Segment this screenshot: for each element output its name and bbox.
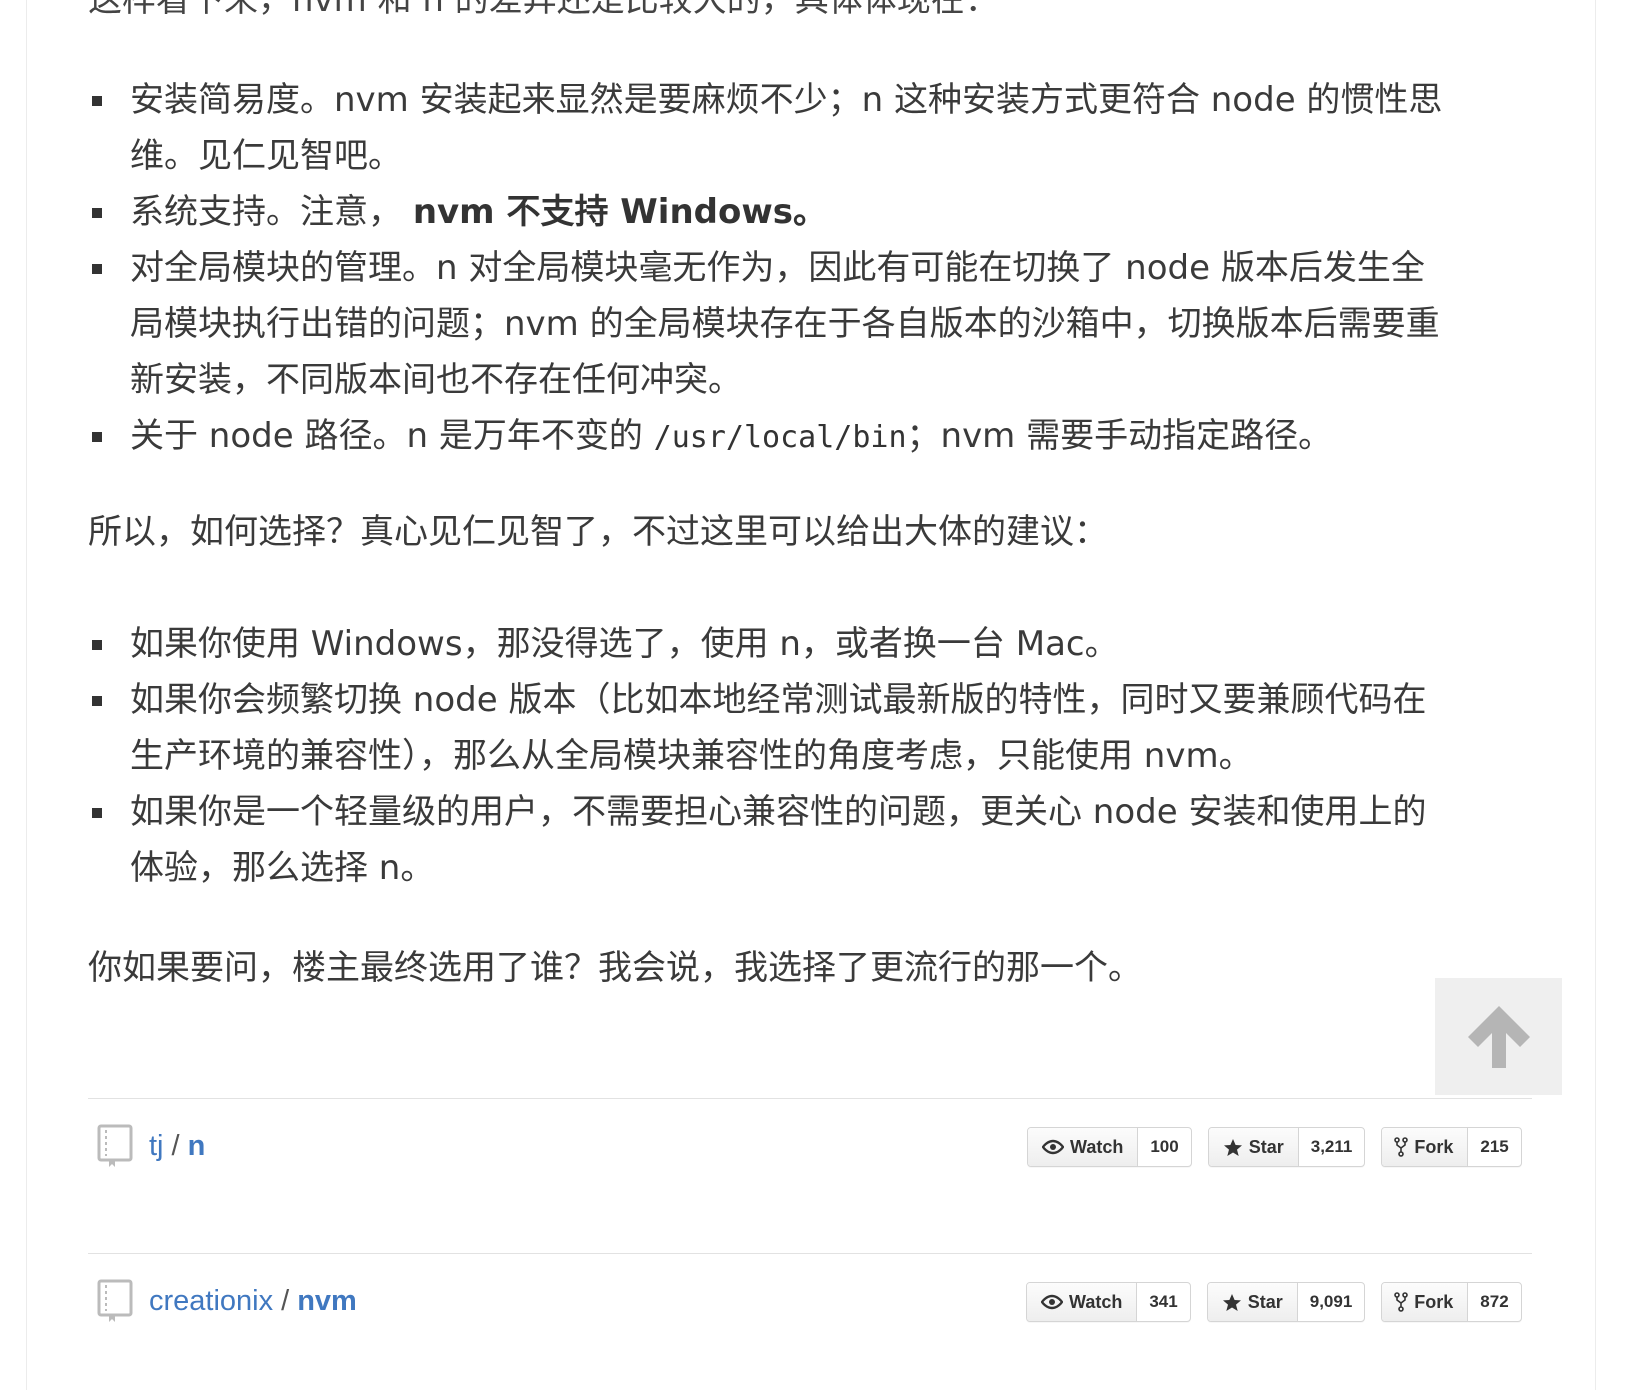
list-item-text: 关于 node 路径。n 是万年不变的 — [130, 416, 654, 456]
fork-count[interactable]: 872 — [1468, 1283, 1520, 1321]
bullet-square-icon — [92, 808, 102, 818]
arrow-up-icon — [1467, 1005, 1530, 1068]
watch-label: Watch — [1070, 1136, 1124, 1157]
list-item-text: 体验，那么选择 n。 — [130, 848, 435, 888]
comparison-list: 安装简易度。nvm 安装起来显然是要麻烦不少；n 这种安装方式更符合 node … — [88, 72, 1528, 466]
list-item-text: 生产环境的兼容性），那么从全局模块兼容性的角度考虑，只能使用 nvm。 — [130, 736, 1253, 776]
repo-card-n: tj / n — [95, 1121, 205, 1171]
back-to-top-button[interactable] — [1435, 978, 1562, 1095]
list-item: 对全局模块的管理。n 对全局模块毫无作为，因此有可能在切换了 node 版本后发… — [88, 240, 1528, 408]
list-item: 关于 node 路径。n 是万年不变的 /usr/local/bin；nvm 需… — [88, 408, 1528, 466]
list-item: 安装简易度。nvm 安装起来显然是要麻烦不少；n 这种安装方式更符合 node … — [88, 72, 1528, 184]
repo-buttons: Watch 100 Star 3,211 Fork 215 — [1027, 1127, 1522, 1167]
star-icon — [1223, 1138, 1242, 1156]
advice-intro: 所以，如何选择？真心见仁见智了，不过这里可以给出大体的建议： — [88, 512, 1108, 552]
list-item-bold-text: nvm 不支持 Windows。 — [412, 192, 827, 232]
repo-separator: / — [171, 1129, 180, 1162]
list-item-text: 对全局模块的管理。n 对全局模块毫无作为，因此有可能在切换了 node 版本后发… — [130, 248, 1425, 288]
watch-button[interactable]: Watch 341 — [1026, 1282, 1191, 1322]
list-item: 如果你使用 Windows，那没得选了，使用 n，或者换一台 Mac。 — [88, 616, 1528, 672]
repo-separator: / — [281, 1284, 290, 1317]
inline-code: /usr/local/bin — [653, 420, 907, 455]
repo-card-nvm: creationix / nvm — [95, 1276, 357, 1326]
list-item-text: 系统支持。注意， — [130, 192, 402, 232]
watch-count[interactable]: 100 — [1138, 1128, 1190, 1166]
bullet-square-icon — [92, 96, 102, 106]
repo-book-icon — [97, 1124, 133, 1167]
fork-button[interactable]: Fork 872 — [1381, 1282, 1522, 1322]
repo-buttons: Watch 341 Star 9,091 Fork 872 — [1026, 1282, 1522, 1322]
star-count[interactable]: 3,211 — [1299, 1128, 1365, 1166]
fork-label: Fork — [1414, 1136, 1454, 1157]
watch-label: Watch — [1069, 1291, 1123, 1312]
star-button[interactable]: Star 9,091 — [1206, 1282, 1366, 1322]
list-item-text: 局模块执行出错的问题；nvm 的全局模块存在于各自版本的沙箱中，切换版本后需要重 — [130, 304, 1440, 344]
list-item-text: 如果你是一个轻量级的用户，不需要担心兼容性的问题，更关心 node 安装和使用上… — [130, 792, 1427, 832]
fork-icon — [1394, 1137, 1409, 1157]
bullet-square-icon — [92, 264, 102, 274]
divider — [88, 1098, 1532, 1099]
watch-count[interactable]: 341 — [1137, 1283, 1189, 1321]
star-label: Star — [1248, 1136, 1284, 1157]
closing-paragraph: 你如果要问，楼主最终选用了谁？我会说，我选择了更流行的那一个。 — [88, 948, 1142, 988]
fork-button[interactable]: Fork 215 — [1381, 1127, 1522, 1167]
list-item-text: 维。见仁见智吧。 — [130, 136, 402, 176]
repo-owner-link[interactable]: tj — [149, 1130, 164, 1163]
star-button[interactable]: Star 3,211 — [1207, 1127, 1366, 1167]
star-icon — [1222, 1293, 1241, 1311]
list-item: 如果你会频繁切换 node 版本（比如本地经常测试最新版的特性，同时又要兼顾代码… — [88, 672, 1528, 784]
list-item-text: 安装简易度。nvm 安装起来显然是要麻烦不少；n 这种安装方式更符合 node … — [130, 80, 1443, 120]
fork-count[interactable]: 215 — [1468, 1128, 1520, 1166]
list-item-text: 如果你使用 Windows，那没得选了，使用 n，或者换一台 Mac。 — [130, 624, 1119, 664]
list-item: 系统支持。注意， nvm 不支持 Windows。 — [88, 184, 1528, 240]
repo-name-link[interactable]: nvm — [297, 1285, 357, 1318]
bullet-square-icon — [92, 432, 102, 442]
star-count[interactable]: 9,091 — [1298, 1283, 1365, 1321]
fork-icon — [1394, 1292, 1409, 1312]
repo-name-link[interactable]: n — [188, 1130, 206, 1163]
star-label: Star — [1247, 1291, 1283, 1312]
advice-list: 如果你使用 Windows，那没得选了，使用 n，或者换一台 Mac。 如果你会… — [88, 616, 1528, 896]
repo-book-icon — [97, 1279, 133, 1322]
list-item: 如果你是一个轻量级的用户，不需要担心兼容性的问题，更关心 node 安装和使用上… — [88, 784, 1528, 896]
fork-label: Fork — [1414, 1291, 1454, 1312]
list-item-text: 如果你会频繁切换 node 版本（比如本地经常测试最新版的特性，同时又要兼顾代码… — [130, 680, 1427, 720]
list-item-text: 新安装，不同版本间也不存在任何冲突。 — [130, 360, 742, 400]
watch-button[interactable]: Watch 100 — [1027, 1127, 1192, 1167]
bullet-square-icon — [92, 640, 102, 650]
list-item-text: ；nvm 需要手动指定路径。 — [906, 416, 1333, 456]
divider — [88, 1253, 1532, 1254]
repo-owner-link[interactable]: creationix — [149, 1285, 273, 1318]
eye-icon — [1042, 1139, 1064, 1155]
bullet-square-icon — [92, 696, 102, 706]
intro-cut-line: 这样看下来，nvm 和 n 的差异还是比较大的，具体体现在： — [88, 0, 999, 20]
eye-icon — [1041, 1294, 1063, 1310]
bullet-square-icon — [92, 208, 102, 218]
